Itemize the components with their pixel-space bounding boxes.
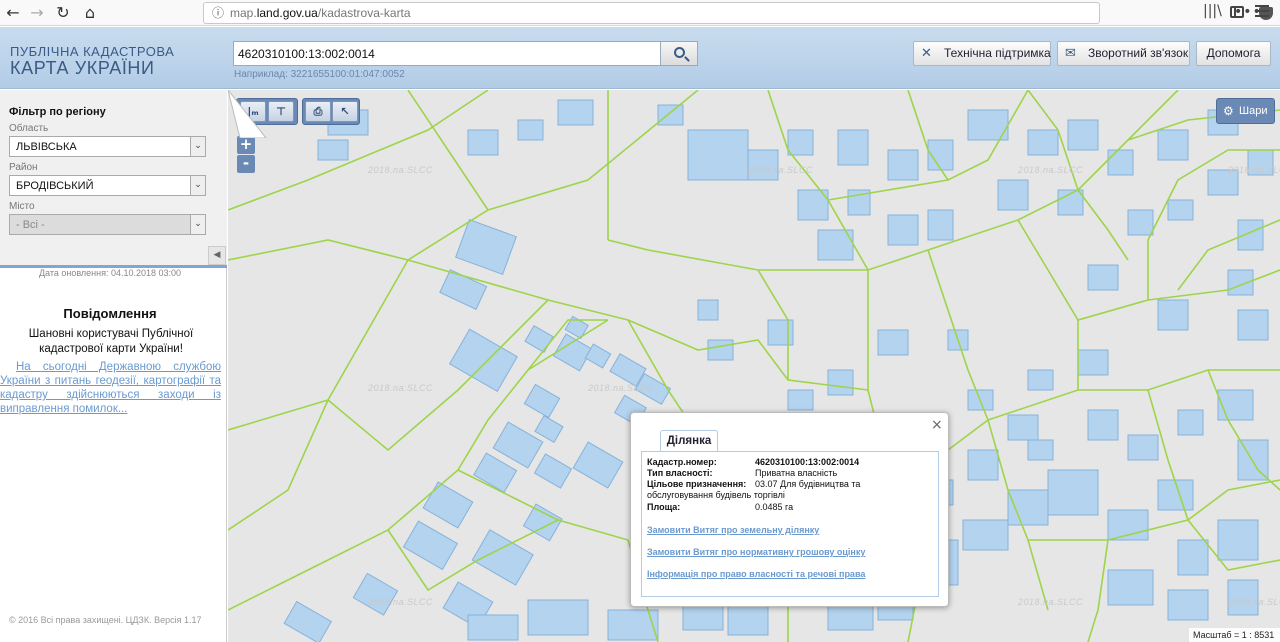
scale-indicator: Масштаб = 1 : 8531 [1189, 628, 1280, 642]
watermark: 2018.na.SLCC [1018, 597, 1084, 607]
zoom-out-button[interactable]: - [237, 155, 255, 173]
measure-area-icon[interactable]: ⊤ [268, 101, 294, 122]
help-button[interactable]: Допомога [1196, 41, 1271, 66]
area-value: 0.0485 га [755, 502, 794, 512]
watermark: 2018.na.SLCC [368, 165, 434, 175]
cadastral-search-input[interactable] [233, 41, 661, 66]
purpose-value: 03.07 Для будівництва та обслуговування … [647, 479, 861, 500]
tab-parcel[interactable]: Ділянка [660, 430, 718, 452]
watermark: 2018.na.SLCC [1228, 597, 1280, 607]
search-hint: Наприклад: 3221655100:01:047:0052 [234, 69, 405, 80]
collapse-panel-button[interactable]: ◀ [208, 246, 226, 265]
zoom-in-button[interactable]: + [237, 136, 255, 154]
popup-pointer [228, 90, 267, 138]
ownership-label: Тип власності: [647, 468, 713, 478]
area-label: Площа: [647, 502, 681, 512]
update-date: Дата оновлення: 04.10.2018 03:00 [38, 268, 182, 278]
cadastral-number-value: 4620310100:13:002:0014 [755, 457, 860, 467]
watermark: 2018.na.SLCC [1018, 165, 1084, 175]
identify-cursor-icon[interactable]: ↖ [332, 101, 358, 122]
region-filter: Фільтр по регіону Область ЛЬВІВСЬКА ⌄ Ра… [0, 90, 227, 266]
info-icon[interactable]: ⓘ [210, 5, 226, 21]
logo-title-line1[interactable]: ПУБЛІЧНА КАДАСТРОВА [10, 44, 174, 59]
browser-toolbar: ← → ↻ ⌂ ⓘ map.land.gov.ua/kadastrova-kar… [0, 0, 1280, 26]
feedback-button[interactable]: ✉ Зворотний зв'язок [1057, 41, 1190, 66]
library-icon[interactable]: |||\ [1203, 3, 1222, 19]
watermark: 2018.na.SLCC [588, 383, 654, 393]
envelope-icon: ✉ [1065, 46, 1076, 61]
gear-icon: ⚙ [1223, 104, 1234, 118]
chevron-down-icon: ⌄ [190, 176, 205, 195]
chevron-down-icon: ⌄ [190, 137, 205, 156]
close-icon[interactable]: × [931, 417, 943, 433]
watermark: 2018.na.SLCC [368, 597, 434, 607]
oblast-select[interactable]: ЛЬВІВСЬКА ⌄ [9, 136, 206, 157]
site-header: ПУБЛІЧНА КАДАСТРОВА КАРТА УКРАЇНИ Наприк… [0, 27, 1280, 89]
city-label: Місто [9, 201, 35, 212]
parcel-info: Кадастр.номер: 4620310100:13:002:0014 Ти… [641, 451, 939, 597]
order-land-extract-link[interactable]: Замовити Витяг про земельну ділянку [647, 525, 819, 535]
parcel-popup: × Ділянка Кадастр.номер: 4620310100:13:0… [630, 412, 949, 607]
support-button[interactable]: ✕ Технічна підтримка [913, 41, 1051, 66]
back-arrow-icon[interactable]: ← [2, 2, 24, 24]
cadastral-map[interactable]: 2018.na.SLCC 2018.na.SLCC 2018.na.SLCC 2… [228, 90, 1280, 642]
left-panel: Фільтр по регіону Область ЛЬВІВСЬКА ⌄ Ра… [0, 90, 227, 642]
city-select[interactable]: - Всі - ⌄ [9, 214, 206, 235]
layers-button[interactable]: ⚙ Шари [1216, 98, 1275, 124]
hamburger-menu-icon[interactable] [1255, 5, 1269, 20]
watermark: 2018.na.SLCC [748, 165, 814, 175]
watermark: 2018.na.SLCC [1228, 165, 1280, 175]
notice-link[interactable]: На сьогодні Державною службою України з … [0, 360, 221, 416]
ownership-value: Приватна власність [755, 468, 838, 478]
ownership-info-link[interactable]: Інформація про право власності та речові… [647, 569, 865, 579]
tools-icon: ✕ [921, 46, 932, 61]
print-toolbar: ⎙ ↖ [302, 98, 360, 125]
cadastral-number-label: Кадастр.номер: [647, 457, 717, 467]
reload-icon[interactable]: ↻ [52, 2, 74, 24]
notice-title: Повідомлення [63, 306, 157, 321]
sidebar-toggle-icon[interactable] [1230, 6, 1244, 18]
home-icon[interactable]: ⌂ [79, 2, 101, 24]
watermark: 2018.na.SLCC [368, 383, 434, 393]
rayon-label: Район [9, 162, 38, 173]
chevron-down-icon: ⌄ [190, 215, 205, 234]
search-icon [674, 47, 685, 58]
rayon-select[interactable]: БРОДІВСЬКИЙ ⌄ [9, 175, 206, 196]
order-valuation-extract-link[interactable]: Замовити Витяг про нормативну грошову оц… [647, 547, 865, 557]
print-icon[interactable]: ⎙ [305, 101, 331, 122]
search-button[interactable] [660, 41, 698, 66]
url-text: map.land.gov.ua/kadastrova-karta [230, 6, 411, 20]
logo-title-line2[interactable]: КАРТА УКРАЇНИ [10, 58, 155, 79]
notice-body: Шановні користувачі Публічної кадастрово… [28, 328, 194, 355]
forward-arrow-icon[interactable]: → [26, 2, 48, 24]
address-bar[interactable]: ⓘ map.land.gov.ua/kadastrova-karta ••• ★ [203, 2, 1273, 24]
copyright: © 2016 Всі права захищені. ЦДЗК. Версія … [9, 615, 202, 625]
oblast-label: Область [9, 123, 49, 134]
filter-title: Фільтр по регіону [9, 106, 106, 118]
